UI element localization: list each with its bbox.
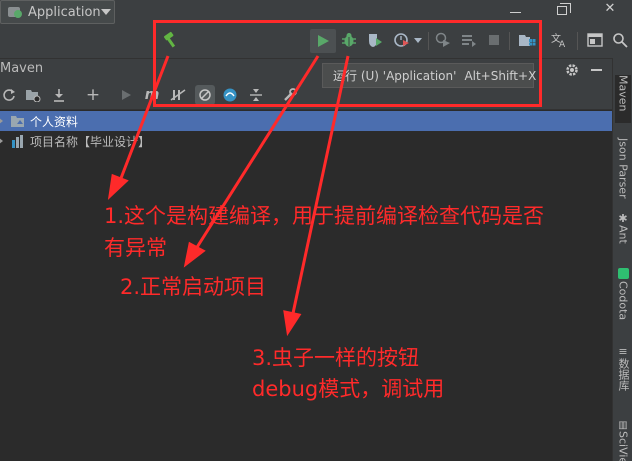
tree-item-label: 项目名称【毕业设计】 (30, 134, 151, 149)
translate-button[interactable]: 文 A (549, 27, 571, 53)
right-tool-stripe: Maven Json Parser ✱ Ant Codota ≡ 数据库 ▥ S… (612, 58, 632, 461)
presentation-button[interactable] (584, 27, 606, 53)
tree-item-label: 个人资料 (30, 114, 79, 129)
tree-item-profiles[interactable]: 个人资料 (0, 111, 612, 131)
stripe-tab-label: Maven (616, 75, 630, 112)
ant-icon: ✱ (618, 212, 628, 225)
close-button[interactable]: ✕ (603, 2, 617, 16)
maven-module-icon (11, 134, 25, 148)
toolbar-divider (577, 32, 578, 50)
stripe-tab-label: SciVie (616, 431, 630, 461)
add-icon[interactable]: + (84, 85, 102, 105)
download-icon[interactable] (50, 86, 68, 104)
run-config-select[interactable]: Application (0, 0, 115, 24)
application-config-icon (7, 5, 23, 19)
run-config-label: Application (28, 4, 101, 20)
minimize-button[interactable] (510, 12, 521, 13)
stripe-tab-json-parser[interactable]: Json Parser (615, 138, 631, 208)
chevron-down-icon (100, 9, 111, 15)
maven-project-tree: 个人资料 项目名称【毕业设计】 (0, 110, 612, 461)
maven-panel-title: Maven (0, 61, 44, 76)
svg-text:A: A (559, 40, 566, 48)
annotation-build-line2: 有异常 (104, 236, 167, 260)
profiles-folder-icon (11, 115, 25, 128)
maximize-button[interactable] (557, 3, 571, 15)
window-icon (587, 33, 603, 47)
highlight-box (153, 20, 542, 107)
expand-arrow-icon[interactable] (0, 137, 3, 145)
database-icon: ≡ (618, 345, 628, 358)
stripe-tab-sciview[interactable]: ▥ SciVie (615, 420, 631, 461)
stripe-tab-maven[interactable]: Maven (615, 75, 631, 123)
reload-icon[interactable] (0, 86, 18, 104)
tree-item-project[interactable]: 项目名称【毕业设计】 (0, 131, 612, 151)
annotation-debug-line2: debug模式，调试用 (252, 377, 445, 401)
stripe-tab-label: Codota (616, 281, 630, 321)
annotation-run: 2.正常启动项目 (120, 275, 267, 299)
search-everywhere-button[interactable] (609, 27, 631, 53)
stripe-tab-database[interactable]: ≡ 数据库 (615, 345, 631, 397)
search-icon (613, 33, 628, 48)
gear-icon[interactable] (565, 62, 579, 81)
stripe-tab-codota[interactable]: Codota (615, 268, 631, 330)
run-maven-icon[interactable] (117, 86, 135, 104)
codota-icon (617, 268, 629, 279)
hide-panel-icon[interactable] (591, 69, 602, 71)
stripe-tab-label: 数据库 (617, 358, 630, 391)
stripe-tab-label: Ant (616, 225, 630, 244)
sciview-icon: ▥ (618, 420, 628, 431)
reimport-folder-icon[interactable] (24, 86, 42, 104)
translate-icon: 文 A (551, 32, 566, 48)
annotation-debug-line1: 3.虫子一样的按钮 (252, 346, 420, 370)
annotation-build-line1: 1.这个是构建编译，用于提前编译检查代码是否 (104, 204, 545, 228)
expand-arrow-icon[interactable] (0, 117, 3, 125)
stripe-tab-label: Json Parser (616, 138, 630, 199)
stripe-tab-ant[interactable]: ✱ Ant (615, 212, 631, 252)
